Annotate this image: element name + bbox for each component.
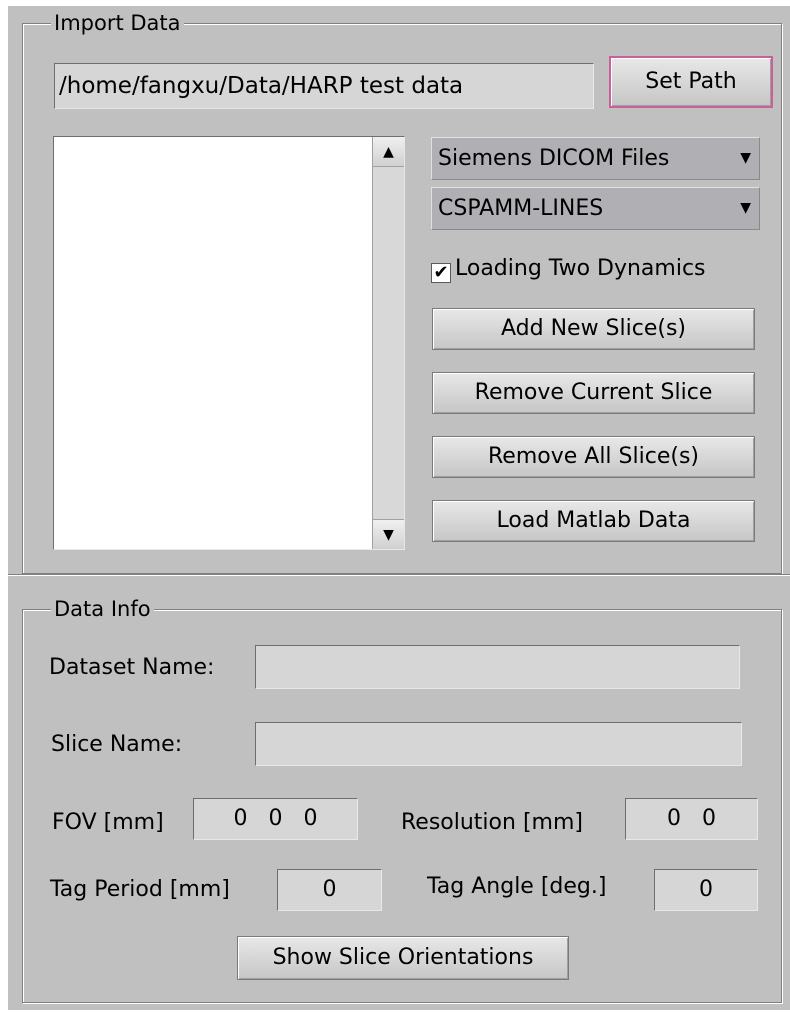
slice-list-scrollbar[interactable]: ▲ ▼ [372, 137, 404, 549]
fov-field[interactable]: 0 0 0 [193, 798, 358, 840]
load-matlab-data-button[interactable]: Load Matlab Data [432, 500, 755, 542]
slice-list[interactable]: ▲ ▼ [53, 136, 405, 550]
section-divider [8, 574, 790, 576]
checkmark-icon[interactable]: ✔ [431, 263, 451, 283]
dataset-name-field[interactable] [255, 645, 740, 689]
scroll-up-icon[interactable]: ▲ [373, 137, 404, 167]
sequence-select[interactable]: CSPAMM-LINES ▼ [431, 187, 760, 230]
resolution-label: Resolution [mm] [401, 810, 583, 835]
remove-current-slice-button[interactable]: Remove Current Slice [432, 372, 755, 414]
sequence-value: CSPAMM-LINES [438, 196, 604, 221]
path-field[interactable]: /home/fangxu/Data/HARP test data [54, 63, 594, 109]
slice-name-field[interactable] [255, 722, 742, 766]
tag-angle-label: Tag Angle [deg.] [427, 874, 607, 899]
dropdown-arrow-icon: ▼ [740, 200, 751, 216]
loading-two-dynamics-label: Loading Two Dynamics [455, 256, 706, 281]
tag-angle-field[interactable]: 0 [654, 869, 758, 911]
import-data-title: Import Data [51, 10, 184, 36]
scroll-down-icon[interactable]: ▼ [373, 519, 404, 549]
set-path-button[interactable]: Set Path [609, 56, 773, 108]
remove-all-slices-button[interactable]: Remove All Slice(s) [432, 436, 755, 478]
add-new-slice-button[interactable]: Add New Slice(s) [432, 308, 755, 350]
resolution-field[interactable]: 0 0 [625, 798, 758, 840]
file-type-select[interactable]: Siemens DICOM Files ▼ [431, 137, 760, 180]
tag-period-label: Tag Period [mm] [50, 877, 230, 902]
loading-two-dynamics-row[interactable]: ✔ Loading Two Dynamics [431, 254, 706, 284]
slice-name-label: Slice Name: [51, 732, 183, 757]
show-slice-orientations-button[interactable]: Show Slice Orientations [237, 936, 569, 980]
tag-period-field[interactable]: 0 [277, 869, 382, 911]
data-info-title: Data Info [51, 596, 154, 622]
dropdown-arrow-icon: ▼ [740, 150, 751, 166]
fov-label: FOV [mm] [52, 810, 164, 835]
file-type-value: Siemens DICOM Files [438, 146, 670, 171]
main-panel: Import Data /home/fangxu/Data/HARP test … [8, 6, 790, 1010]
dataset-name-label: Dataset Name: [49, 655, 215, 680]
